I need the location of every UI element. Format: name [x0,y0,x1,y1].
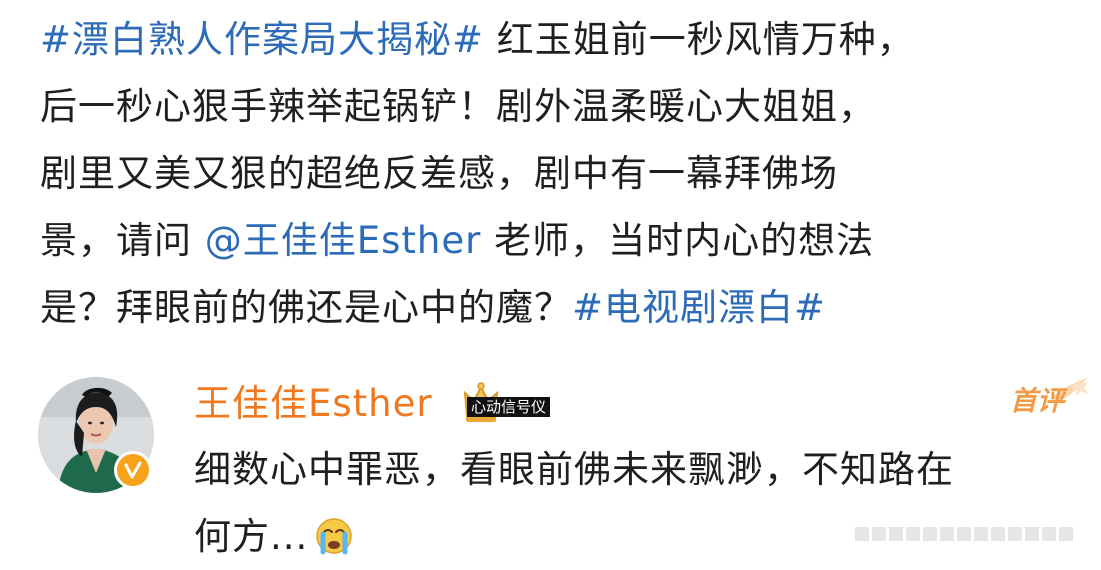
image-thumbnail [855,527,869,541]
image-thumbnail [872,527,886,541]
post-line-4: 景，请问 @王佳佳Esther 老师，当时内心的想法 [40,207,1070,274]
post-text: 剧里又美又狠的超绝反差感，剧中有一幕拜佛场 [40,152,838,195]
post-text: 红玉姐前一秒风情万种， [484,18,915,61]
image-thumbnail [974,527,988,541]
post-line-1: #漂白熟人作案局大揭秘# 红玉姐前一秒风情万种， [40,6,1070,73]
hashtag-link[interactable]: #电视剧漂白# [572,286,826,329]
image-thumbnail [991,527,1005,541]
post-line-5: 是？拜眼前的佛还是心中的魔？#电视剧漂白# [40,274,1070,341]
image-thumbnail [889,527,903,541]
image-strip [855,527,1073,541]
fan-medal-label: 心动信号仪 [467,397,551,417]
image-thumbnail [1042,527,1056,541]
comment-line-1: 细数心中罪恶，看眼前佛未来飘渺，不知路在 [194,448,954,491]
image-thumbnail [1025,527,1039,541]
post-body: #漂白熟人作案局大揭秘# 红玉姐前一秒风情万种， 后一秒心狠手辣举起锅铲！剧外温… [40,6,1070,341]
post-line-2: 后一秒心狠手辣举起锅铲！剧外温柔暖心大姐姐， [40,73,1070,140]
comment-author-name[interactable]: 王佳佳Esther [194,380,433,428]
first-comment-badge: 首评 [1010,386,1064,417]
hashtag-link[interactable]: #漂白熟人作案局大揭秘# [40,18,484,61]
post-line-3: 剧里又美又狠的超绝反差感，剧中有一幕拜佛场 [40,140,1070,207]
image-thumbnail [906,527,920,541]
comment-text: 何方... [194,515,309,558]
post-text: 是？拜眼前的佛还是心中的魔？ [40,286,572,329]
crying-face-icon [316,518,353,555]
mention-link[interactable]: @王佳佳Esther [205,219,482,262]
post-text: 后一秒心狠手辣举起锅铲！剧外温柔暖心大姐姐， [40,85,876,128]
image-thumbnail [957,527,971,541]
comment-body: 细数心中罪恶，看眼前佛未来飘渺，不知路在 何方... [194,436,1054,570]
image-thumbnail [923,527,937,541]
post-text: 景，请问 [40,219,205,262]
post-text: 老师，当时内心的想法 [481,219,875,262]
image-thumbnail [1008,527,1022,541]
image-thumbnail [1059,527,1073,541]
verified-badge-icon [114,451,152,489]
image-thumbnail [940,527,954,541]
